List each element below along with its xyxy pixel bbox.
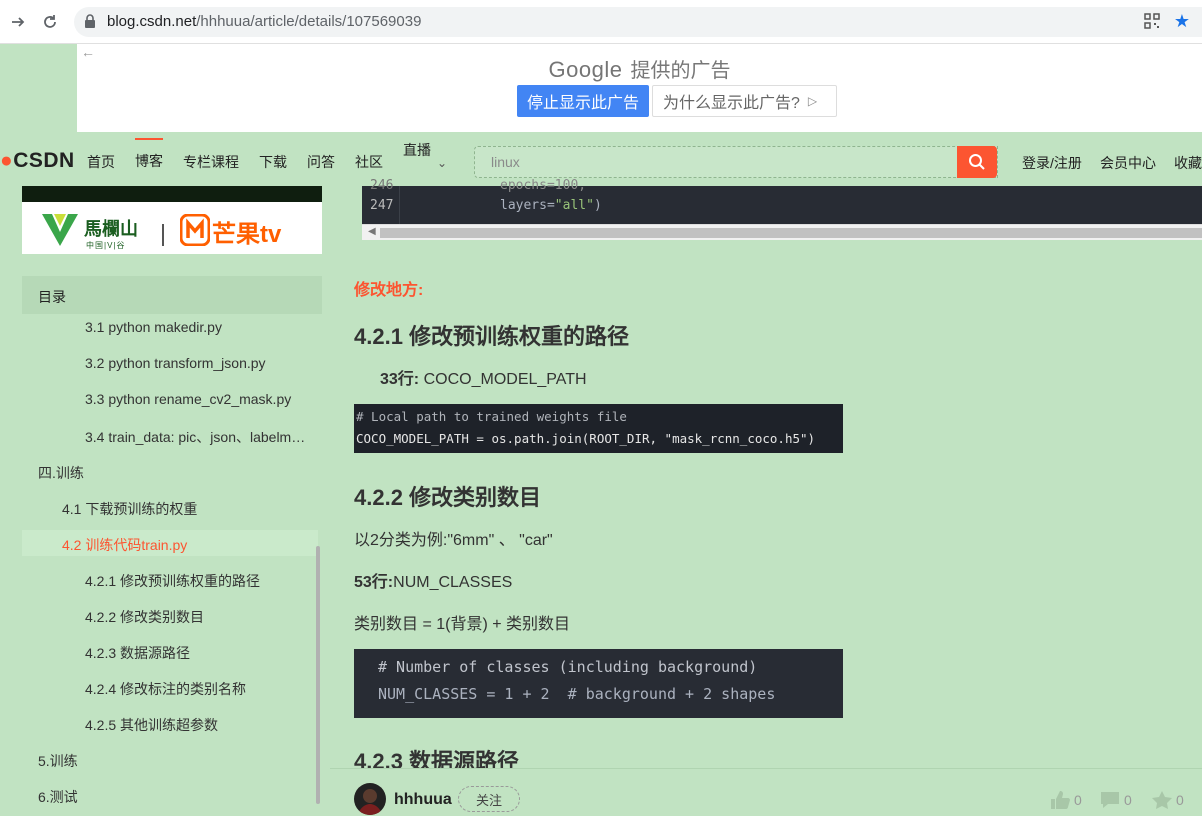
csdn-logo[interactable]: ●CSDN xyxy=(0,149,75,173)
banner-image-top xyxy=(22,186,322,202)
browser-toolbar: blog.csdn.net/hhhuua/article/details/107… xyxy=(0,0,1202,44)
example-text: 以2分类为例:"6mm" 、 "car" xyxy=(354,532,553,549)
stop-ad-button[interactable]: 停止显示此广告 xyxy=(517,85,649,117)
avatar[interactable] xyxy=(354,783,386,815)
search-icon xyxy=(969,154,985,170)
toc-item[interactable]: 4.1 下载预训练的权重 xyxy=(62,499,310,519)
code-block-model-path: # Local path to trained weights file COC… xyxy=(354,404,843,453)
toc-item[interactable]: 5.训练 xyxy=(38,751,308,771)
sidebar-banner[interactable]: 馬欄山 中国|V|谷 芒果tv xyxy=(22,202,322,254)
qr-code-icon[interactable] xyxy=(1144,13,1160,34)
search-input[interactable]: linux xyxy=(474,146,998,178)
toc-title: 目录 xyxy=(22,276,322,314)
author-toolbar: hhhuua 关注 0 0 0 xyxy=(330,768,1202,816)
toc-item[interactable]: 四.训练 xyxy=(38,463,308,483)
mango-tv-logo-icon xyxy=(180,214,210,246)
chevron-down-icon: ⌄ xyxy=(437,156,448,170)
url-text: blog.csdn.net/hhhuua/article/details/107… xyxy=(107,13,422,30)
table-of-contents: 目录 3.1 python makedir.py 3.2 python tran… xyxy=(22,276,322,816)
toc-item[interactable]: 3.3 python rename_cv2_mask.py xyxy=(85,391,309,407)
ad-header: Google 提供的广告 xyxy=(548,57,731,82)
bookmark-star-icon[interactable]: ★ xyxy=(1174,11,1190,32)
follow-button[interactable]: 关注 xyxy=(458,786,520,812)
nav-item-live[interactable]: 直播 ⌄ xyxy=(403,140,447,170)
scrollbar-thumb[interactable] xyxy=(380,228,1202,238)
line33-text: 33行: COCO_MODEL_PATH xyxy=(380,371,587,388)
nav-item-courses[interactable]: 专栏课程 xyxy=(183,152,239,172)
code-line: layers="all") xyxy=(500,198,602,213)
comment-stat[interactable]: 0 xyxy=(1100,791,1132,809)
search-button[interactable] xyxy=(957,146,997,178)
left-sidebar: 馬欄山 中国|V|谷 芒果tv 目录 3.1 python makedir.py… xyxy=(22,186,322,816)
formula-text: 类别数目 = 1(背景) + 类别数目 xyxy=(354,616,571,633)
code-horizontal-scrollbar[interactable]: ◀ xyxy=(362,224,1202,240)
line53-text: 53行:NUM_CLASSES xyxy=(354,574,513,591)
lock-icon xyxy=(84,14,96,33)
comment-icon xyxy=(1101,792,1119,808)
favorites-link[interactable]: 收藏 xyxy=(1174,153,1202,173)
reload-icon[interactable] xyxy=(38,10,62,34)
toc-item[interactable]: 4.2.3 数据源路径 xyxy=(85,643,309,663)
heading-4-2-1: 4.2.1 修改预训练权重的路径 xyxy=(354,324,630,349)
toc-item[interactable]: 3.4 train_data: pic、json、labelme_json、cv… xyxy=(85,427,309,447)
google-logo: Google xyxy=(548,57,623,82)
address-bar[interactable]: blog.csdn.net/hhhuua/article/details/107… xyxy=(74,7,1202,37)
toc-item-current[interactable]: 4.2 训练代码train.py xyxy=(62,535,310,555)
toc-item[interactable]: 3.2 python transform_json.py xyxy=(85,355,309,371)
line-number-gutter: 246 247 xyxy=(362,178,400,224)
star-icon xyxy=(1152,791,1172,809)
favorite-stat[interactable]: 0 xyxy=(1152,791,1184,809)
nav-item-home[interactable]: 首页 xyxy=(87,152,115,172)
csdn-navbar: ●CSDN 首页 博客 专栏课程 下载 问答 社区 直播 ⌄ linux 登录/注… xyxy=(0,132,1202,186)
toc-item[interactable]: 6.测试 xyxy=(38,787,308,807)
heading-4-2-2: 4.2.2 修改类别数目 xyxy=(354,485,542,510)
why-ad-button[interactable]: 为什么显示此广告? ▷ xyxy=(652,85,837,117)
nav-item-qa[interactable]: 问答 xyxy=(307,152,335,172)
scroll-left-icon[interactable]: ◀ xyxy=(368,226,376,237)
google-ad: ← Google 提供的广告 停止显示此广告 为什么显示此广告? ▷ xyxy=(77,44,1202,132)
malanshan-logo-icon xyxy=(42,214,78,246)
login-link[interactable]: 登录/注册 xyxy=(1022,153,1082,173)
toc-item[interactable]: 4.2.5 其他训练超参数 xyxy=(85,715,309,735)
code-block-num-classes: # Number of classes (including backgroun… xyxy=(354,649,843,718)
toc-item[interactable]: 4.2.1 修改预训练权重的路径 xyxy=(85,571,309,591)
toc-item[interactable]: 3.1 python makedir.py xyxy=(85,319,309,335)
toc-item[interactable]: 4.2.4 修改标注的类别名称 xyxy=(85,679,309,699)
article-content: 246 247 epochs=100, layers="all") ◀ 修改地方… xyxy=(322,178,1202,816)
toc-item[interactable]: 4.2.2 修改类别数目 xyxy=(85,607,309,627)
nav-item-download[interactable]: 下载 xyxy=(259,152,287,172)
nav-item-blog[interactable]: 博客 xyxy=(135,138,163,171)
like-stat[interactable]: 0 xyxy=(1050,791,1082,809)
vip-center-link[interactable]: 会员中心 xyxy=(1100,153,1156,173)
toc-scrollbar[interactable] xyxy=(316,546,320,804)
nav-item-community[interactable]: 社区 xyxy=(355,152,383,172)
modify-label: 修改地方: xyxy=(354,282,424,299)
thumbs-up-icon xyxy=(1051,791,1070,809)
banner-separator xyxy=(162,224,164,246)
author-name[interactable]: hhhuua xyxy=(394,791,452,809)
code-block-top: 246 247 epochs=100, layers="all") xyxy=(362,178,1202,224)
play-icon: ▷ xyxy=(807,94,818,108)
forward-arrow-icon[interactable] xyxy=(6,10,30,34)
